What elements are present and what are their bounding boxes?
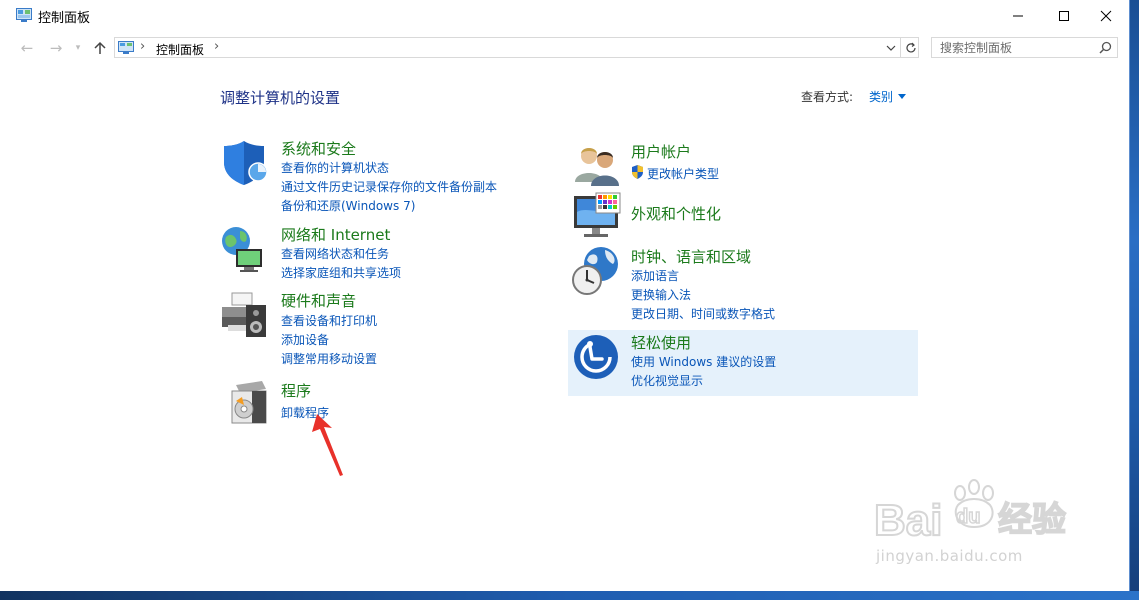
- minimize-button[interactable]: [995, 0, 1041, 31]
- link-add-language[interactable]: 添加语言: [631, 267, 679, 284]
- maximize-icon: [1059, 10, 1069, 21]
- window-title: 控制面板: [38, 11, 91, 26]
- category-network-internet[interactable]: 网络和 Internet: [281, 224, 390, 245]
- page-title: 调整计算机的设置: [220, 89, 341, 107]
- link-recommended-settings[interactable]: 使用 Windows 建议的设置: [631, 353, 776, 370]
- link-network-status[interactable]: 查看网络状态和任务: [281, 245, 389, 262]
- arrow-left-icon: ←: [20, 39, 34, 57]
- control-panel-window: 控制面板 ← → ▾ › 控制面板 › 搜索控制面板 调整计算机的设置 查看方式…: [0, 0, 1130, 591]
- category-clock-language-region[interactable]: 时钟、语言和区域: [631, 246, 751, 267]
- forward-button[interactable]: →: [47, 39, 65, 57]
- link-mobility-settings[interactable]: 调整常用移动设置: [281, 350, 377, 367]
- refresh-button[interactable]: [900, 38, 920, 57]
- users-icon[interactable]: [572, 140, 622, 190]
- recent-locations-button[interactable]: ▾: [72, 39, 84, 57]
- uac-shield-icon: [632, 165, 643, 179]
- link-add-device[interactable]: 添加设备: [281, 331, 329, 348]
- network-globe-icon[interactable]: [220, 225, 270, 275]
- link-date-time-format[interactable]: 更改日期、时间或数字格式: [631, 305, 775, 322]
- link-view-computer-status[interactable]: 查看你的计算机状态: [281, 159, 389, 176]
- desktop-text: F: [2, 375, 8, 386]
- chevron-down-icon[interactable]: [898, 94, 906, 99]
- link-file-history-backup[interactable]: 通过文件历史记录保存你的文件备份副本: [281, 178, 497, 195]
- back-button[interactable]: ←: [18, 39, 36, 57]
- category-user-accounts[interactable]: 用户帐户: [631, 141, 691, 162]
- baidu-watermark-url: jingyan.baidu.com: [876, 547, 1023, 565]
- link-change-input-method[interactable]: 更换输入法: [631, 286, 691, 303]
- link-backup-restore[interactable]: 备份和还原(Windows 7): [281, 197, 415, 214]
- search-input[interactable]: [932, 38, 1100, 57]
- minimize-icon: [1013, 15, 1023, 16]
- close-icon: [1100, 10, 1112, 21]
- printer-speaker-icon[interactable]: [220, 291, 270, 341]
- up-button[interactable]: [91, 39, 109, 57]
- desktop-text: E: [2, 556, 9, 567]
- title-bar[interactable]: 控制面板: [0, 0, 1129, 31]
- navigation-bar: ← → ▾ › 控制面板 ›: [0, 31, 1129, 65]
- svg-text:经验: 经验: [998, 500, 1066, 540]
- svg-text:Bai: Bai: [874, 496, 942, 545]
- address-bar[interactable]: › 控制面板 ›: [114, 37, 919, 58]
- breadcrumb-separator-icon[interactable]: ›: [140, 39, 145, 54]
- arrow-up-icon: [94, 41, 106, 54]
- address-history-dropdown[interactable]: [882, 38, 899, 57]
- desktop-background: [1129, 0, 1139, 600]
- category-ease-of-access[interactable]: 轻松使用: [631, 332, 691, 353]
- control-panel-icon: [16, 8, 32, 22]
- link-devices-printers[interactable]: 查看设备和打印机: [281, 312, 377, 329]
- search-icon[interactable]: [1099, 41, 1112, 54]
- search-box[interactable]: [931, 37, 1118, 58]
- category-programs[interactable]: 程序: [281, 380, 311, 401]
- chevron-down-icon: ▾: [75, 43, 81, 53]
- shield-icon[interactable]: [220, 138, 270, 188]
- category-hardware-sound[interactable]: 硬件和声音: [281, 290, 356, 311]
- close-button[interactable]: [1083, 0, 1129, 31]
- maximize-button[interactable]: [1041, 0, 1087, 31]
- breadcrumb-separator-icon[interactable]: ›: [214, 39, 219, 54]
- clock-globe-icon[interactable]: [571, 246, 621, 296]
- chevron-down-icon: [886, 45, 895, 51]
- baidu-watermark-logo: Bai du 经验: [873, 479, 1067, 546]
- category-system-security[interactable]: 系统和安全: [281, 138, 356, 159]
- link-optimize-visual-display[interactable]: 优化视觉显示: [631, 372, 703, 389]
- breadcrumb-control-panel[interactable]: 控制面板: [156, 41, 204, 58]
- monitor-palette-icon[interactable]: [572, 192, 622, 242]
- svg-text:du: du: [956, 506, 980, 528]
- category-appearance-personalization[interactable]: 外观和个性化: [631, 203, 721, 224]
- link-homegroup-sharing[interactable]: 选择家庭组和共享选项: [281, 264, 401, 281]
- programs-disc-icon[interactable]: [222, 377, 272, 427]
- annotation-arrow-icon: [312, 414, 343, 476]
- ease-of-access-icon[interactable]: [572, 333, 622, 383]
- refresh-icon: [905, 42, 916, 52]
- arrow-right-icon: →: [49, 39, 63, 57]
- desktop-background-bottom: [0, 591, 1139, 600]
- control-panel-icon: [118, 41, 134, 54]
- link-change-account-type[interactable]: 更改帐户类型: [647, 165, 719, 182]
- view-by-dropdown[interactable]: 类别: [869, 88, 893, 105]
- view-by-label: 查看方式:: [801, 90, 854, 104]
